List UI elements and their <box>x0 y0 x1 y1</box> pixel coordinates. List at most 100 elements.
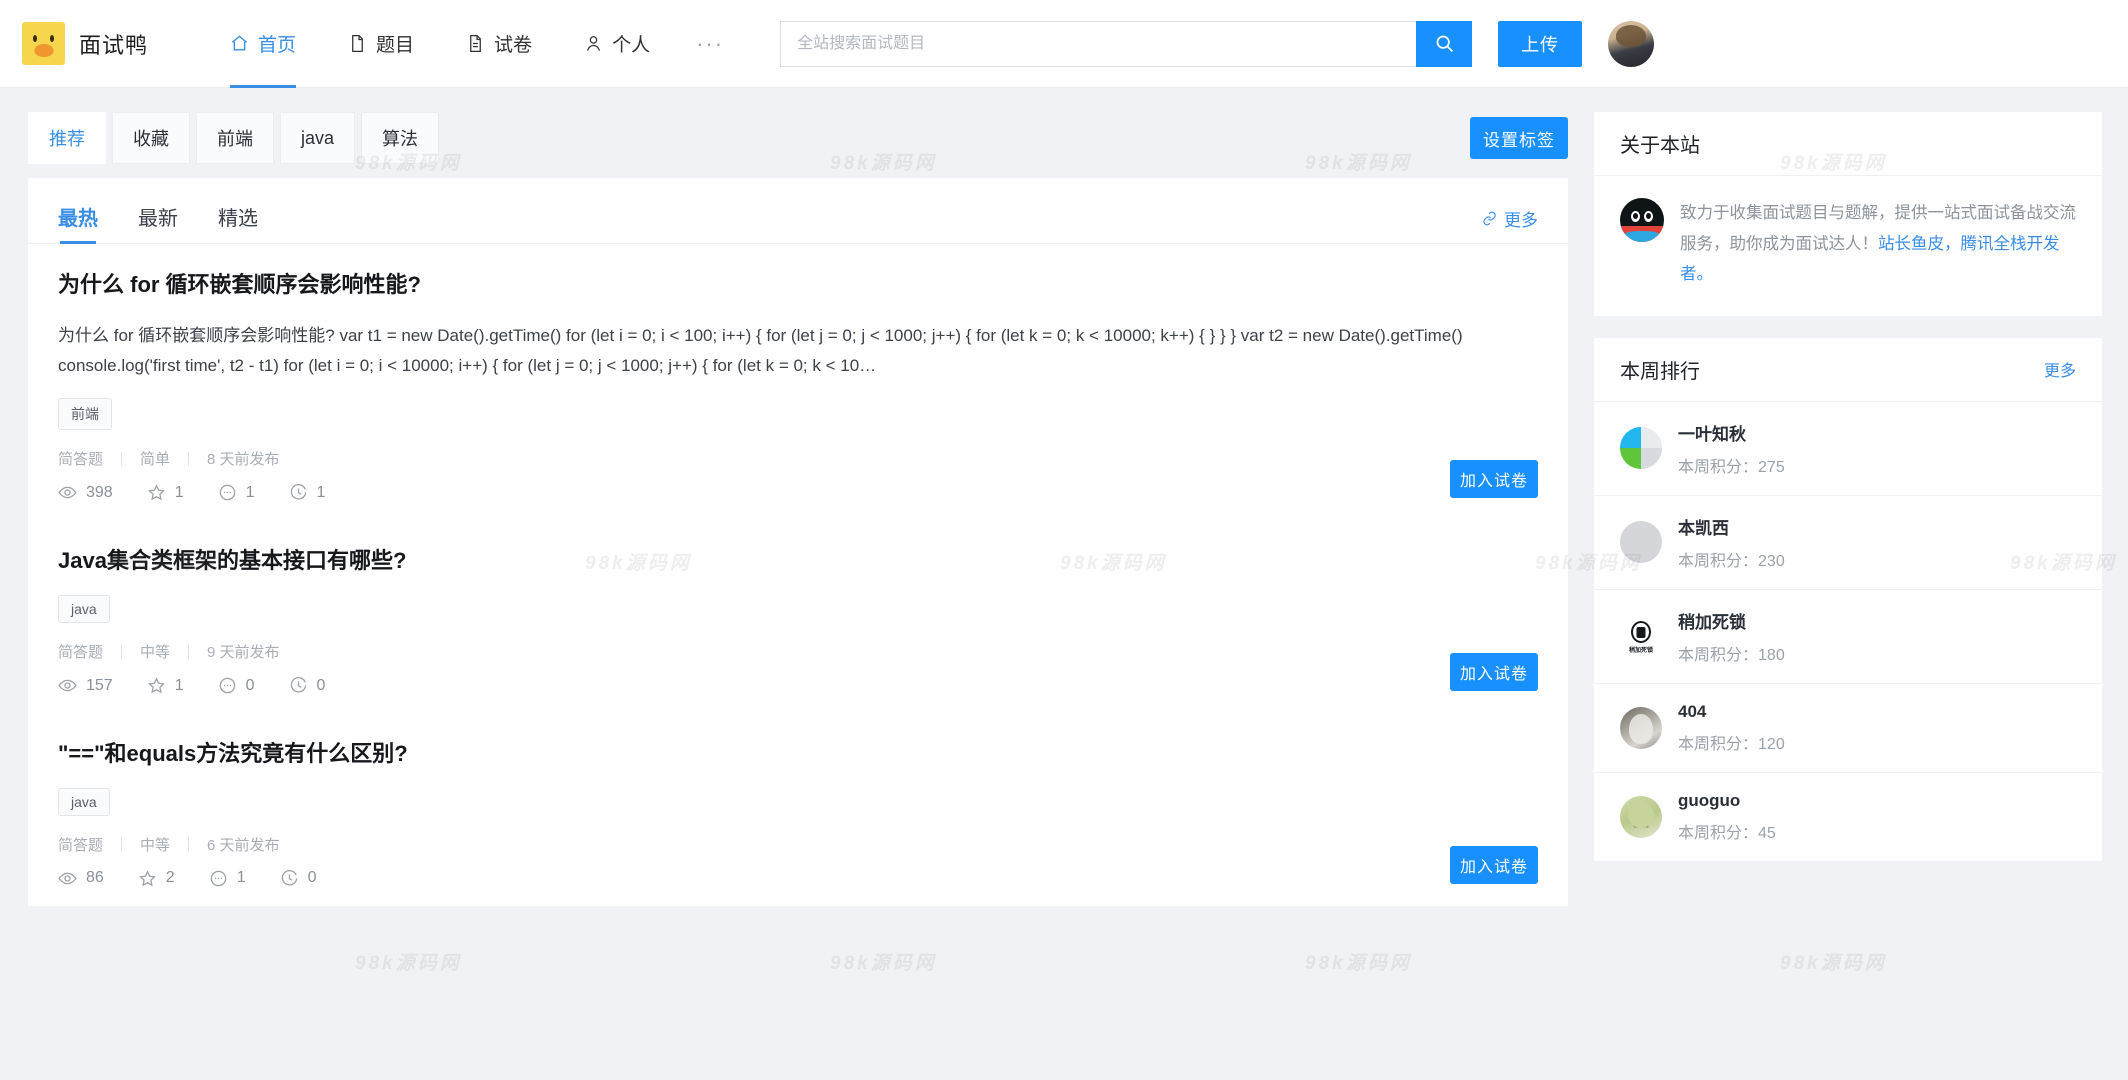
rank-row[interactable]: 本凯西 本周积分：230 <box>1594 496 2102 590</box>
rank-more-link[interactable]: 更多 <box>2044 357 2076 381</box>
rank-row[interactable]: 啊啊啊 救救我 guoguo 本周积分：45 <box>1594 773 2102 861</box>
nav-label-papers: 试卷 <box>494 35 533 56</box>
tag-chip-algorithm[interactable]: 算法 <box>361 112 440 164</box>
nav-item-home[interactable]: 首页 <box>204 0 322 88</box>
stat-pending: 0 <box>289 676 326 695</box>
question-type: 简答题 <box>58 451 104 469</box>
question-action: 加入试卷 <box>1450 460 1538 499</box>
question-tag[interactable]: java <box>58 787 110 816</box>
rank-score-value: 230 <box>1758 552 1785 570</box>
tag-chip-java[interactable]: java <box>280 112 356 164</box>
stat-views-value: 398 <box>86 483 113 501</box>
nav-item-papers[interactable]: 试卷 <box>440 0 558 88</box>
brand[interactable]: 面试鸭 <box>22 22 148 65</box>
rank-user-name: 本凯西 <box>1678 518 1729 538</box>
top-header: 面试鸭 首页 题目 试卷 个人 ··· 上传 <box>0 0 2128 88</box>
search-icon <box>1436 35 1453 52</box>
tag-chip-favorites[interactable]: 收藏 <box>112 112 190 164</box>
question-title[interactable]: 为什么 for 循环嵌套顺序会影响性能? <box>58 270 1538 301</box>
quad-color-avatar <box>1620 427 1662 470</box>
nav-more-button[interactable]: ··· <box>676 32 744 54</box>
stat-comments-value: 1 <box>245 483 255 501</box>
question-item[interactable]: "=="和equals方法究竟有什么区别? java 简答题 中等 6 天前发布… <box>28 713 1568 906</box>
stat-pending: 1 <box>289 483 325 502</box>
rank-score-value: 120 <box>1758 735 1785 753</box>
rank-score-value: 275 <box>1758 458 1785 476</box>
stat-comments-value: 0 <box>245 676 255 694</box>
tab-newest[interactable]: 最新 <box>138 202 178 243</box>
clock-icon <box>290 484 306 500</box>
question-action: 加入试卷 <box>1450 845 1538 884</box>
list-more-link[interactable]: 更多 <box>1482 206 1538 243</box>
rank-user-name: 一叶知秋 <box>1678 424 1746 444</box>
tag-chip-frontend[interactable]: 前端 <box>196 112 274 164</box>
tab-hottest[interactable]: 最热 <box>58 202 98 244</box>
about-title: 关于本站 <box>1620 135 1700 157</box>
question-tags: java <box>58 787 1538 816</box>
meta-divider <box>188 837 190 852</box>
question-title[interactable]: Java集合类框架的基本接口有哪些? <box>58 546 1538 577</box>
question-description: 为什么 for 循环嵌套顺序会影响性能? var t1 = new Date()… <box>58 325 1463 375</box>
rank-row[interactable]: 一叶知秋 本周积分：275 <box>1594 402 2102 496</box>
add-to-paper-button[interactable]: 加入试卷 <box>1450 653 1538 692</box>
rank-header: 本周排行 更多 <box>1594 338 2102 402</box>
add-to-paper-button[interactable]: 加入试卷 <box>1450 845 1538 884</box>
avatar[interactable] <box>1608 20 1655 67</box>
search-button[interactable] <box>1416 20 1473 67</box>
nav-item-questions[interactable]: 题目 <box>322 0 440 88</box>
stat-pending-value: 0 <box>307 869 317 887</box>
eye-icon <box>58 487 77 499</box>
stat-views-value: 86 <box>86 869 104 887</box>
question-action: 加入试卷 <box>1450 653 1538 692</box>
stat-stars: 1 <box>147 483 184 502</box>
rank-score-value: 45 <box>1758 824 1776 842</box>
question-type: 简答题 <box>58 644 104 662</box>
document-icon <box>470 34 481 53</box>
rank-user-score: 本周积分：230 <box>1678 547 1785 571</box>
search-input[interactable] <box>780 20 1417 67</box>
clock-icon <box>281 869 297 886</box>
main-column: 推荐 收藏 前端 java 算法 设置标签 最热 最新 精选 更多 为什么 fo… <box>28 112 1568 906</box>
about-link-owner[interactable]: 站长鱼皮， <box>1878 235 1961 253</box>
add-to-paper-button[interactable]: 加入试卷 <box>1450 460 1538 499</box>
rank-user-score: 本周积分：275 <box>1678 453 1785 477</box>
meta-divider <box>121 451 123 466</box>
meta-divider <box>188 451 190 466</box>
stat-pending: 0 <box>280 869 317 888</box>
rank-row[interactable]: 404 本周积分：120 <box>1594 684 2102 773</box>
stat-comments: 1 <box>218 483 255 502</box>
nav-item-profile[interactable]: 个人 <box>558 0 676 88</box>
meta-divider <box>121 837 123 852</box>
photo-avatar <box>1620 706 1662 749</box>
question-difficulty: 中等 <box>140 644 171 662</box>
question-tag[interactable]: java <box>58 595 110 624</box>
green-avatar: 啊啊啊 救救我 <box>1620 795 1662 838</box>
comment-icon <box>219 677 235 694</box>
set-tags-button[interactable]: 设置标签 <box>1470 117 1568 159</box>
question-item[interactable]: 为什么 for 循环嵌套顺序会影响性能? 为什么 for 循环嵌套顺序会影响性能… <box>28 244 1568 520</box>
tab-featured[interactable]: 精选 <box>218 202 258 243</box>
question-stats: 398 1 1 1 <box>58 483 1538 502</box>
question-item[interactable]: Java集合类框架的基本接口有哪些? java 简答题 中等 9 天前发布 15… <box>28 520 1568 713</box>
page-body: 推荐 收藏 前端 java 算法 设置标签 最热 最新 精选 更多 为什么 fo… <box>0 88 2128 906</box>
question-meta: 简答题 中等 6 天前发布 <box>58 834 1538 855</box>
question-tag[interactable]: 前端 <box>58 398 112 431</box>
tag-chip-recommend[interactable]: 推荐 <box>28 112 106 164</box>
rank-score-label: 本周积分： <box>1678 458 1759 476</box>
stat-comments: 1 <box>209 869 246 888</box>
rank-row[interactable]: 稍加死锁 稍加死锁 本周积分：180 <box>1594 590 2102 684</box>
question-tags: java <box>58 595 1538 624</box>
eye-icon <box>58 679 77 692</box>
user-icon <box>587 36 601 51</box>
stat-pending-value: 0 <box>316 676 326 694</box>
question-title[interactable]: "=="和equals方法究竟有什么区别? <box>58 739 1538 770</box>
home-icon <box>231 35 248 51</box>
main-nav: 首页 题目 试卷 个人 ··· <box>204 0 744 88</box>
question-difficulty: 简单 <box>140 451 171 469</box>
duck-logo-icon <box>22 22 65 65</box>
upload-button[interactable]: 上传 <box>1498 20 1583 67</box>
about-header: 关于本站 <box>1594 112 2102 176</box>
question-meta: 简答题 简单 8 天前发布 <box>58 448 1538 469</box>
watermark-text: 98k源码网 <box>1305 953 1412 974</box>
question-stats: 157 1 0 0 <box>58 676 1538 695</box>
